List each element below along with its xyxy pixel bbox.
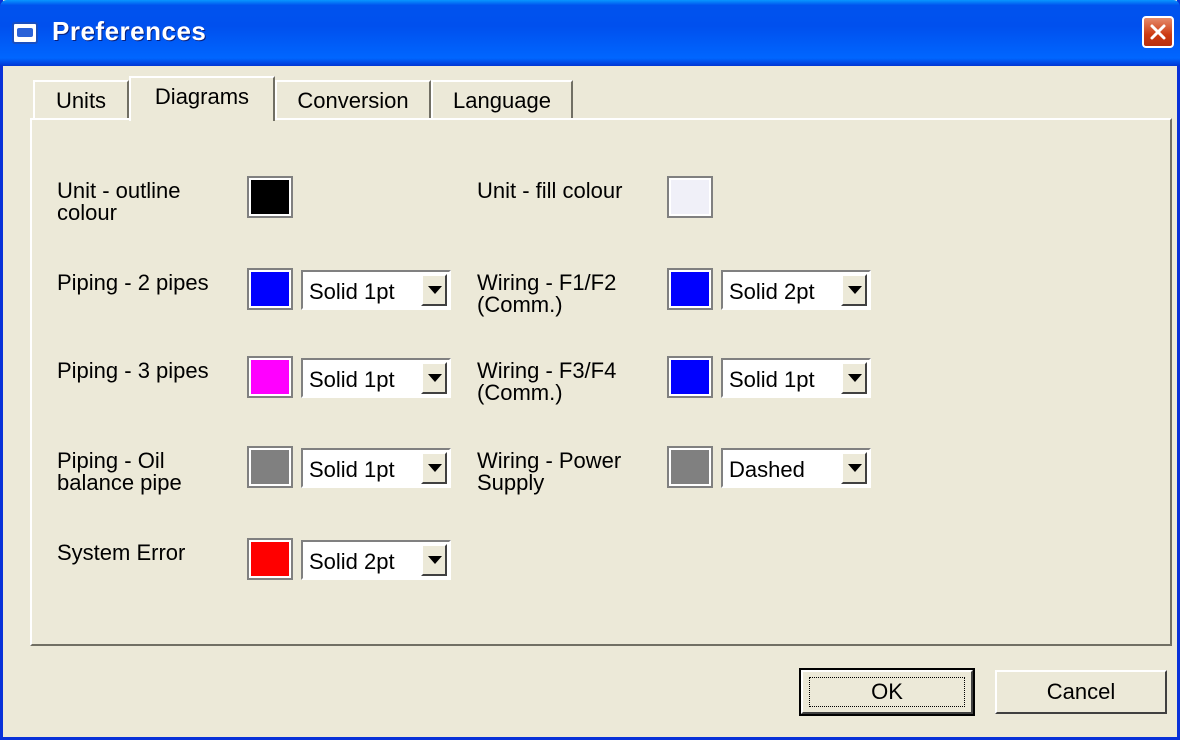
- wiring-f3f4-color-swatch[interactable]: [667, 356, 713, 398]
- wiring-f3f4-label: Wiring - F3/F4 (Comm.): [477, 358, 617, 405]
- chevron-down-icon[interactable]: [421, 452, 447, 484]
- window-title: Preferences: [52, 16, 207, 46]
- tab-conversion[interactable]: Conversion: [275, 80, 431, 118]
- unit-outline-color-swatch[interactable]: [247, 176, 293, 218]
- close-button[interactable]: [1142, 16, 1174, 48]
- tab-units[interactable]: Units: [33, 80, 129, 118]
- chevron-down-icon[interactable]: [421, 544, 447, 576]
- piping-oil-balance-label: Piping - Oil balance pipe: [57, 448, 182, 495]
- cancel-button[interactable]: Cancel: [995, 670, 1167, 714]
- wiring-f1f2-style-select[interactable]: Solid 2pt: [721, 270, 871, 310]
- piping-2-pipes-label: Piping - 2 pipes: [57, 270, 209, 295]
- app-icon: [12, 22, 38, 44]
- wiring-power-supply-style-select[interactable]: Dashed: [721, 448, 871, 488]
- title-bar[interactable]: Preferences: [0, 0, 1180, 66]
- select-value: Solid 1pt: [309, 367, 395, 392]
- tab-diagrams[interactable]: Diagrams: [129, 76, 275, 121]
- piping-2-pipes-color-swatch[interactable]: [247, 268, 293, 310]
- wiring-f1f2-color-swatch[interactable]: [667, 268, 713, 310]
- select-value: Solid 1pt: [309, 279, 395, 304]
- chevron-down-icon[interactable]: [841, 362, 867, 394]
- unit-outline-label: Unit - outline colour: [57, 178, 181, 225]
- piping-oil-balance-color-swatch[interactable]: [247, 446, 293, 488]
- piping-2-pipes-style-select[interactable]: Solid 1pt: [301, 270, 451, 310]
- preferences-window: Preferences Units Diagrams Conversion La…: [0, 0, 1180, 740]
- select-value: Solid 1pt: [729, 367, 815, 392]
- wiring-f1f2-label: Wiring - F1/F2 (Comm.): [477, 270, 617, 317]
- select-value: Dashed: [729, 457, 805, 482]
- unit-fill-color-swatch[interactable]: [667, 176, 713, 218]
- chevron-down-icon[interactable]: [421, 362, 447, 394]
- wiring-power-supply-label: Wiring - Power Supply: [477, 448, 622, 495]
- select-value: Solid 2pt: [309, 549, 395, 574]
- tab-label: Conversion: [297, 88, 409, 113]
- chevron-down-icon[interactable]: [421, 274, 447, 306]
- unit-fill-label: Unit - fill colour: [477, 178, 623, 203]
- close-icon: [1150, 24, 1166, 40]
- select-value: Solid 2pt: [729, 279, 815, 304]
- piping-oil-balance-style-select[interactable]: Solid 1pt: [301, 448, 451, 488]
- piping-3-pipes-label: Piping - 3 pipes: [57, 358, 209, 383]
- tab-label: Language: [453, 88, 551, 113]
- ok-label: OK: [871, 679, 903, 704]
- wiring-f3f4-style-select[interactable]: Solid 1pt: [721, 358, 871, 398]
- system-error-color-swatch[interactable]: [247, 538, 293, 580]
- ok-button[interactable]: OK: [799, 668, 975, 716]
- tab-label: Diagrams: [154, 84, 250, 109]
- select-value: Solid 1pt: [309, 457, 395, 482]
- piping-3-pipes-style-select[interactable]: Solid 1pt: [301, 358, 451, 398]
- piping-3-pipes-color-swatch[interactable]: [247, 356, 293, 398]
- cancel-label: Cancel: [1046, 679, 1116, 704]
- system-error-label: System Error: [57, 540, 186, 565]
- chevron-down-icon[interactable]: [841, 274, 867, 306]
- wiring-power-supply-color-swatch[interactable]: [667, 446, 713, 488]
- tab-label: Units: [55, 88, 107, 113]
- chevron-down-icon[interactable]: [841, 452, 867, 484]
- tab-language[interactable]: Language: [431, 80, 573, 118]
- system-error-style-select[interactable]: Solid 2pt: [301, 540, 451, 580]
